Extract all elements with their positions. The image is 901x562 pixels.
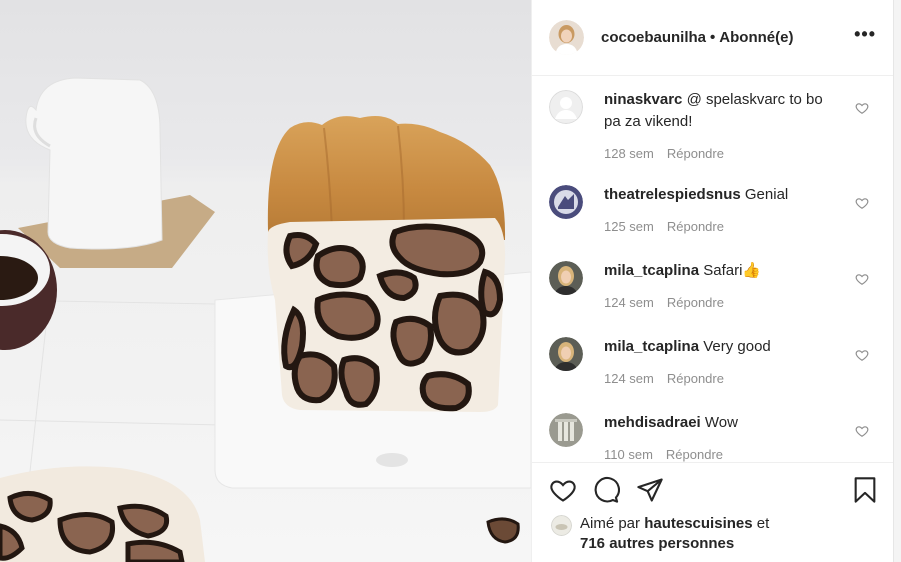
comment-age[interactable]: 124 sem — [604, 292, 654, 314]
comment-text: Safari👍 — [703, 262, 762, 279]
liker-username[interactable]: hautescuisines — [644, 515, 752, 532]
post-header: cocoebaunilha • Abonné(e) ••• — [532, 0, 893, 76]
default-avatar[interactable] — [549, 90, 583, 124]
comment-item: mehdisadraei Wow 110 sem Répondre — [549, 412, 879, 462]
comment-icon[interactable] — [592, 476, 620, 504]
more-horizontal-icon[interactable]: ••• — [854, 25, 876, 51]
author-avatar[interactable] — [549, 20, 584, 55]
comments-list[interactable]: ninaskvarc @ spelaskvarc to bo pa za vik… — [532, 77, 894, 462]
comment-text: Wow — [704, 414, 738, 431]
comment-text: Genial — [744, 186, 789, 203]
comment-username[interactable]: mila_tcaplina — [604, 338, 699, 355]
comment-item: theatrelespiedsnus Genial 125 sem Répondr… — [549, 184, 879, 238]
comment-age[interactable]: 124 sem — [604, 368, 654, 390]
post-photo[interactable] — [0, 0, 531, 562]
photo-avatar[interactable] — [549, 413, 583, 447]
photo-avatar[interactable] — [549, 337, 583, 371]
author-username[interactable]: cocoebaunilha — [601, 29, 706, 46]
theatre-logo-avatar[interactable] — [549, 185, 583, 219]
reply-button[interactable]: Répondre — [667, 216, 724, 238]
comment-like-heart-icon[interactable] — [855, 348, 869, 362]
default-avatar-graphic — [549, 90, 583, 124]
likes-prefix: Aimé par — [580, 515, 641, 532]
post-panel: cocoebaunilha • Abonné(e) ••• ninaskvarc @… — [531, 0, 894, 562]
reply-button[interactable]: Répondre — [667, 292, 724, 314]
author-photo — [549, 20, 584, 55]
comment-username[interactable]: mila_tcaplina — [604, 262, 699, 279]
leopard-bread-image — [0, 77, 531, 562]
likes-summary: Aimé par hautescuisines et 716 autres pe… — [551, 514, 769, 554]
comment-age[interactable]: 128 sem — [604, 143, 654, 165]
comment-text: Very good — [703, 338, 771, 355]
user-photo-graphic — [549, 413, 583, 447]
reply-button[interactable]: Répondre — [666, 444, 723, 462]
comment-item: mila_tcaplina Very good 124 sem Répondre — [549, 336, 879, 390]
comment-item: mila_tcaplina Safari👍 124 sem Répondre — [549, 260, 879, 314]
author-line: cocoebaunilha • Abonné(e) — [601, 29, 793, 46]
comment-like-heart-icon[interactable] — [855, 196, 869, 210]
likes-joiner: et — [756, 515, 770, 532]
liker-avatar-graphic — [551, 515, 572, 536]
comment-like-heart-icon[interactable] — [855, 424, 869, 438]
paper-plane-icon[interactable] — [636, 476, 664, 504]
theatre-logo-graphic — [549, 185, 583, 219]
comment-username[interactable]: theatrelespiedsnus — [604, 186, 741, 203]
comment-username[interactable]: mehdisadraei — [604, 414, 701, 431]
page-scrollbar[interactable] — [893, 0, 901, 562]
comment-like-heart-icon[interactable] — [855, 101, 869, 115]
heart-icon[interactable] — [549, 476, 577, 504]
post-actions: Aimé par hautescuisines et 716 autres pe… — [532, 462, 894, 562]
comment-username[interactable]: ninaskvarc — [604, 91, 682, 108]
reply-button[interactable]: Répondre — [667, 143, 724, 165]
user-photo-graphic — [549, 337, 583, 371]
comment-age[interactable]: 110 sem — [604, 444, 653, 462]
others-count-link[interactable]: 716 autres personnes — [580, 535, 734, 552]
separator-dot: • — [710, 29, 716, 46]
user-photo-graphic — [549, 261, 583, 295]
reply-button[interactable]: Répondre — [667, 368, 724, 390]
photo-avatar[interactable] — [549, 261, 583, 295]
bookmark-icon[interactable] — [852, 476, 878, 504]
follow-status[interactable]: Abonné(e) — [719, 29, 793, 46]
liker-avatar[interactable] — [551, 515, 572, 536]
comment-like-heart-icon[interactable] — [855, 272, 869, 286]
comment-item: ninaskvarc @ spelaskvarc to bo pa za vik… — [549, 89, 879, 165]
comment-age[interactable]: 125 sem — [604, 216, 654, 238]
